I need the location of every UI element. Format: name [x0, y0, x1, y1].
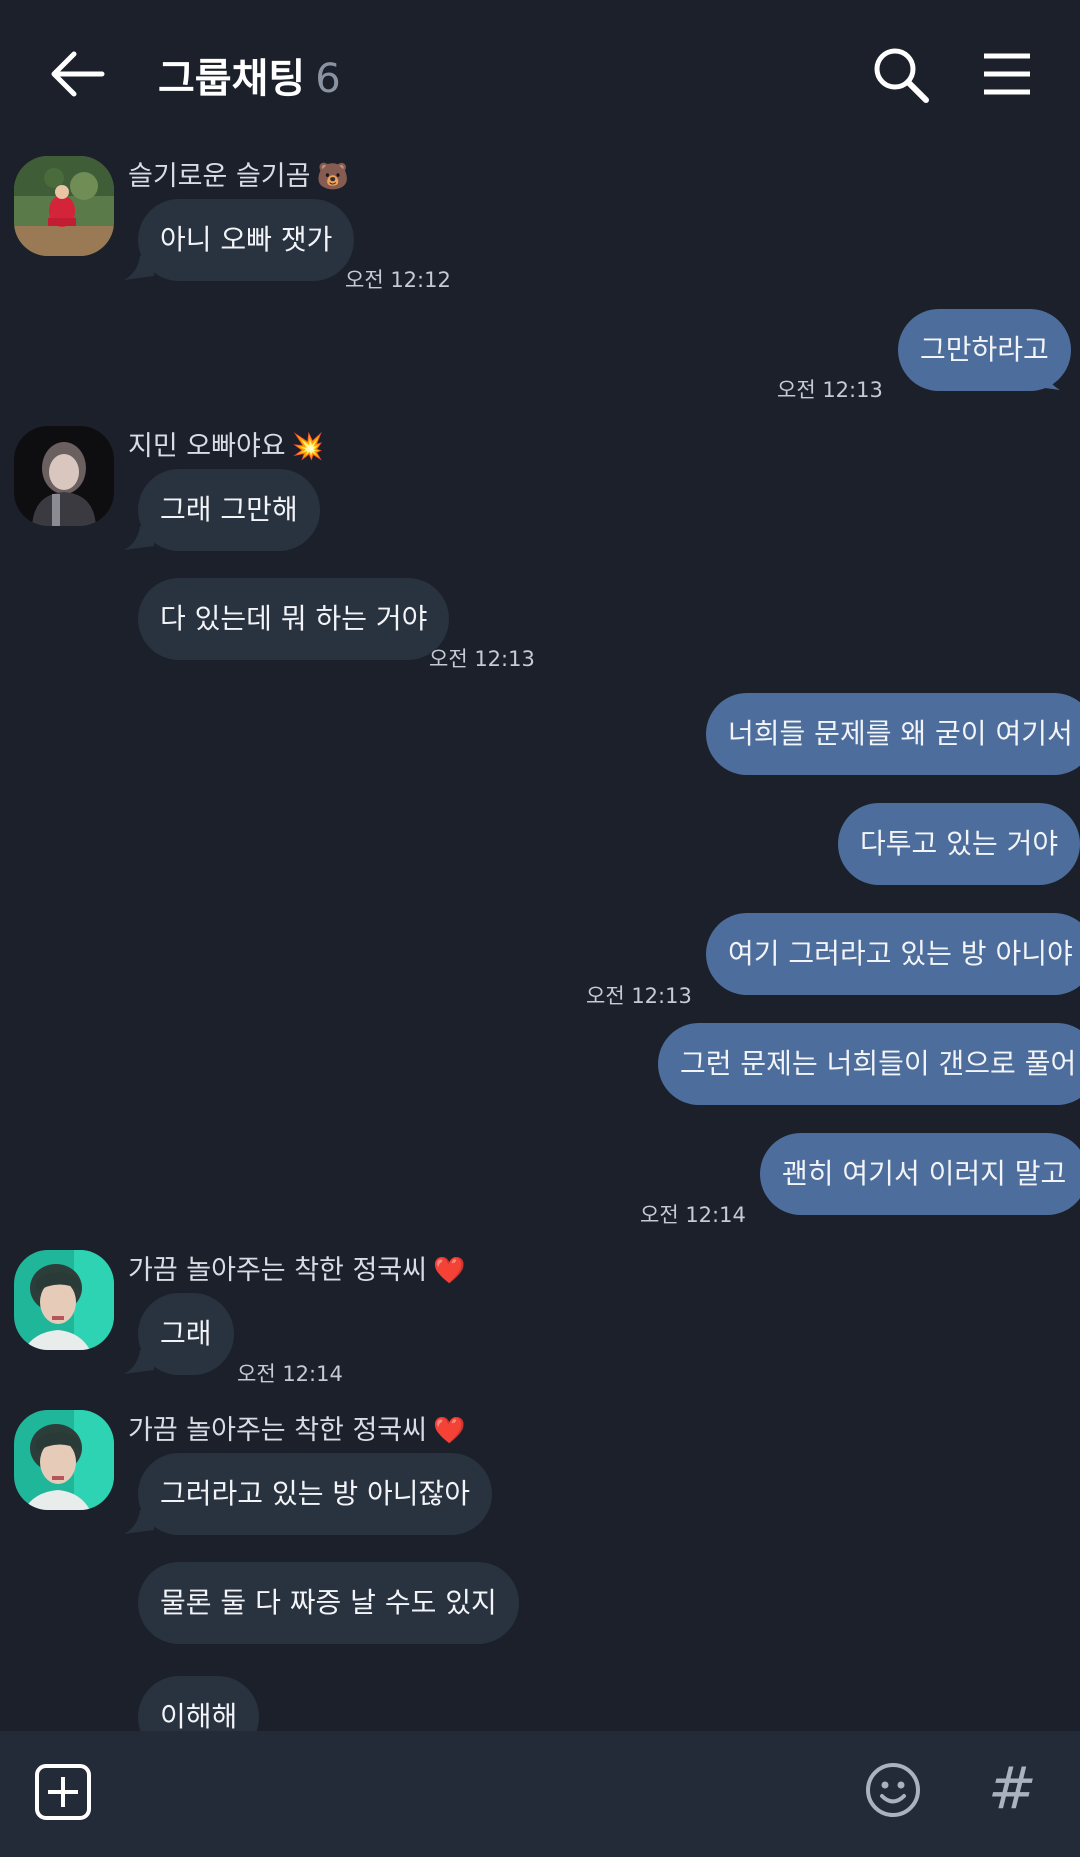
message-bubble[interactable]: 그런 문제는 너희들이 갠으로 풀어	[658, 1023, 1080, 1105]
message-bubble[interactable]: 그래	[138, 1293, 234, 1375]
bubble-tail	[1030, 1080, 1060, 1104]
member-count: 6	[315, 56, 341, 102]
smiley-icon[interactable]	[864, 1761, 922, 1819]
chat-title: 그룹채팅 6	[158, 46, 341, 104]
sender-name: 슬기로운 슬기곰 🐻	[128, 161, 349, 192]
message-bubble[interactable]: 괜히 여기서 이러지 말고	[760, 1133, 1080, 1215]
message-time: 오전 12:14	[237, 1362, 343, 1386]
plus-square-icon[interactable]	[34, 1763, 92, 1821]
avatar-jungkook[interactable]	[14, 1250, 114, 1350]
sender-name: 가끔 놀아주는 착한 정국씨 ❤️	[128, 1255, 466, 1286]
sender-name: 지민 오빠야요 💥	[128, 431, 324, 462]
message-time: 오전 12:13	[429, 647, 535, 671]
message-time: 오전 12:13	[777, 378, 883, 402]
chat-header: 그룹채팅 6	[0, 0, 1080, 150]
message-bubble[interactable]: 여기 그러라고 있는 방 아니야	[706, 913, 1080, 995]
message-bubble[interactable]: 다 있는데 뭐 하는 거야	[138, 578, 450, 660]
message-bubble[interactable]: 너희들 문제를 왜 굳이 여기서	[706, 693, 1080, 775]
avatar-jungkook[interactable]	[14, 1410, 114, 1510]
sender-name: 가끔 놀아주는 착한 정국씨 ❤️	[128, 1415, 466, 1446]
avatar-jimin[interactable]	[14, 426, 114, 526]
hamburger-menu-icon[interactable]	[982, 52, 1032, 96]
chat-title-text: 그룹채팅	[158, 56, 306, 102]
search-icon[interactable]	[872, 46, 930, 104]
bubble-tail	[1030, 750, 1060, 774]
message-time: 오전 12:14	[640, 1203, 746, 1227]
message-bubble[interactable]: 물론 둘 다 짜증 날 수도 있지	[138, 1562, 519, 1644]
message-time: 오전 12:12	[345, 268, 451, 292]
message-bubble[interactable]: 그러라고 있는 방 아니잖아	[138, 1453, 493, 1535]
message-bubble[interactable]: 다투고 있는 거야	[838, 803, 1080, 885]
message-time: 오전 12:13	[586, 984, 692, 1008]
input-bar: #	[0, 1731, 1080, 1857]
avatar-seulgi[interactable]	[14, 156, 114, 256]
bubble-tail	[1030, 366, 1060, 390]
message-bubble[interactable]: 아니 오빠 잿가	[138, 199, 355, 281]
message-bubble[interactable]: 그래 그만해	[138, 469, 320, 551]
hashtag-button[interactable]: #	[988, 1753, 1037, 1823]
arrow-left-icon[interactable]	[50, 48, 106, 100]
